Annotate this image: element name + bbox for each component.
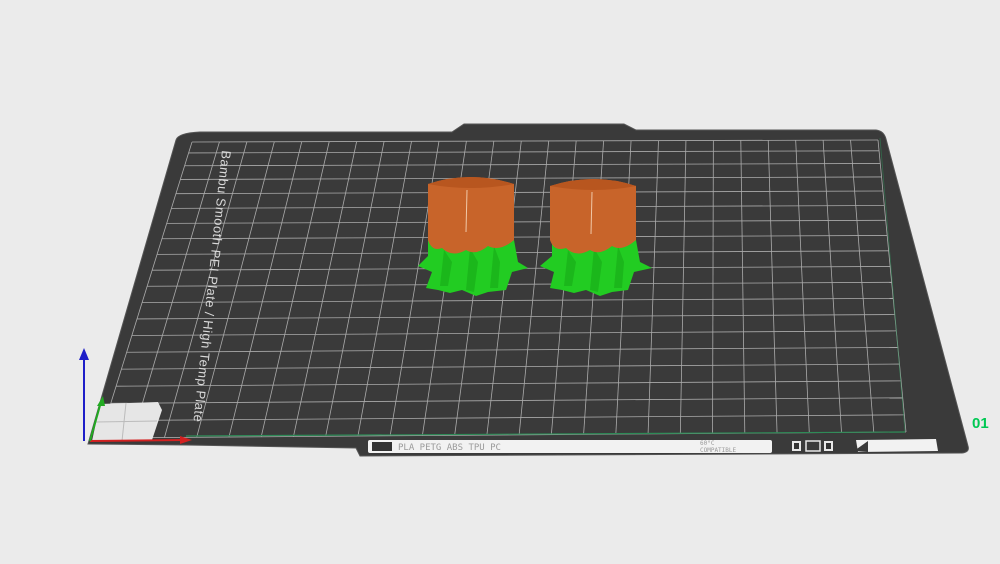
plate-strip-small-bottom: COMPATIBLE bbox=[700, 447, 737, 454]
x-axis-line bbox=[89, 439, 185, 442]
warning-icon bbox=[792, 441, 801, 451]
plate-number: 01 bbox=[972, 415, 989, 432]
plate-strip-small-top: 60°C bbox=[700, 440, 715, 447]
build-plate-viewport[interactable]: Bambu Smooth PEI Plate / High Temp Plate… bbox=[0, 0, 1000, 564]
plate-strip-text: PLA PETG ABS TPU PC bbox=[398, 443, 501, 453]
toggle-icon bbox=[854, 439, 938, 452]
strip-logo-box bbox=[372, 442, 392, 451]
warning-icon-2 bbox=[824, 441, 833, 451]
model-1-body bbox=[428, 177, 514, 254]
z-axis-arrow bbox=[79, 348, 89, 360]
build-plate[interactable]: Bambu Smooth PEI Plate / High Temp Plate… bbox=[87, 123, 969, 457]
model-2-body bbox=[550, 179, 636, 254]
